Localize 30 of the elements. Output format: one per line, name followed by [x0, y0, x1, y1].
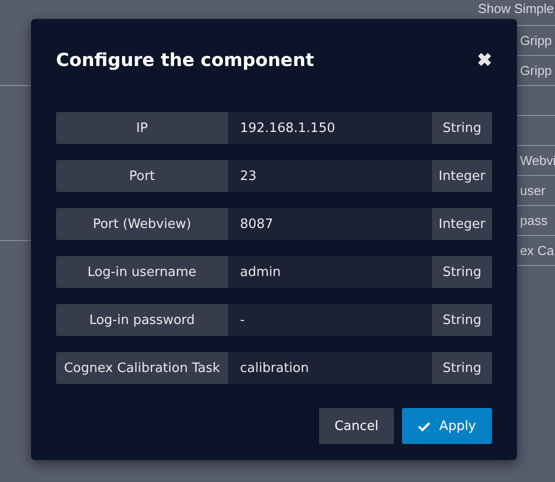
input-field[interactable]: 23: [228, 160, 432, 192]
background-label: Webvi: [520, 153, 555, 168]
type-label: Integer: [432, 208, 492, 240]
background-label: Show Simple: [478, 1, 554, 16]
input-field[interactable]: -: [228, 304, 432, 336]
apply-button[interactable]: Apply: [402, 408, 492, 444]
background-label: Gripp: [520, 33, 552, 48]
background-label: user: [520, 183, 546, 198]
type-label: String: [432, 112, 492, 144]
type-label: String: [432, 256, 492, 288]
background-label: pass: [520, 213, 548, 228]
input-field[interactable]: 192.168.1.150: [228, 112, 432, 144]
input-field[interactable]: admin: [228, 256, 432, 288]
field-label: Cognex Calibration Task: [56, 352, 228, 384]
check-icon: [418, 420, 430, 432]
background-label: Gripp: [520, 63, 552, 78]
type-label: String: [432, 304, 492, 336]
close-button[interactable]: ✖: [477, 49, 492, 71]
input-field[interactable]: 8087: [228, 208, 432, 240]
field-label: Log-in password: [56, 304, 228, 336]
type-label: Integer: [432, 160, 492, 192]
dialog-title: Configure the component: [56, 50, 314, 70]
field-label: IP: [56, 112, 228, 144]
field-label: Port (Webview): [56, 208, 228, 240]
field-label: Log-in username: [56, 256, 228, 288]
input-field[interactable]: calibration: [228, 352, 432, 384]
background-label: ex Ca: [520, 243, 554, 258]
field-label: Port: [56, 160, 228, 192]
type-label: String: [432, 352, 492, 384]
cancel-button[interactable]: Cancel: [319, 408, 394, 444]
